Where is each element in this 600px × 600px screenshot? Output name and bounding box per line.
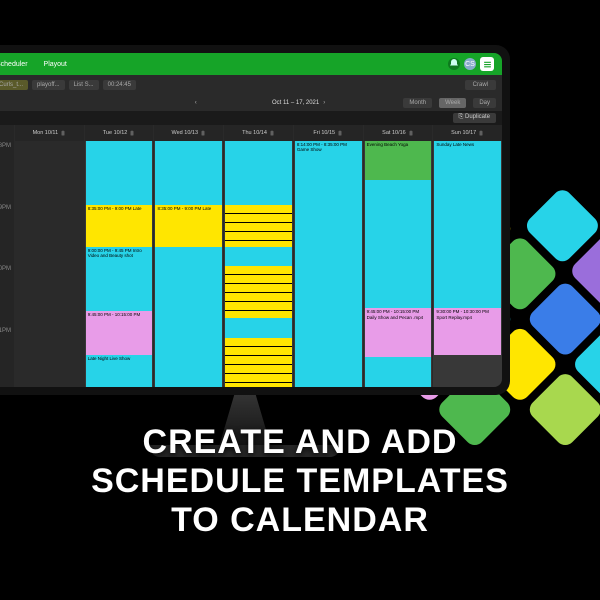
day-slots[interactable] <box>224 141 293 387</box>
date-range-label[interactable]: Oct 11 – 17, 2021 <box>272 100 319 106</box>
time-label: 8PM <box>0 141 14 203</box>
overlay-line3: TO CALENDAR <box>0 501 600 540</box>
day-column[interactable]: Sat 10/16Evening Beach Yoga 9:45:00 PM - … <box>363 125 433 387</box>
schedule-event[interactable]: 8:35:00 PM - 9:00 PM Late <box>155 205 222 247</box>
schedule-event[interactable] <box>225 266 292 318</box>
days-container: Mon 10/11Tue 10/128:35:00 PM - 9:00 PM L… <box>14 125 502 387</box>
top-nav-bar: Scheduler Playout CS <box>0 53 502 75</box>
sub-toolbar: Curls_t... playoff... List S... 00:24:45… <box>0 75 502 95</box>
view-week[interactable]: Week <box>439 98 466 108</box>
day-header[interactable]: Tue 10/12 <box>85 125 154 141</box>
schedule-event[interactable] <box>225 205 292 247</box>
day-column[interactable]: Sun 10/17Sunday Late News 9:30:00 PM - 10… <box>432 125 502 387</box>
day-slots[interactable]: 8:35:00 PM - 9:00 PM Late9:00:00 PM - 9:… <box>85 141 154 387</box>
day-header[interactable]: Sun 10/17 <box>433 125 502 141</box>
schedule-event[interactable] <box>365 180 432 308</box>
overlay-title: CREATE AND ADD SCHEDULE TEMPLATES TO CAL… <box>0 423 600 540</box>
bell-icon[interactable] <box>448 58 460 70</box>
time-label: 10PM <box>0 264 14 326</box>
overlay-line2: SCHEDULE TEMPLATES <box>0 462 600 501</box>
monitor-frame: Scheduler Playout CS Curls_t... playoff.… <box>0 45 510 395</box>
chip-list[interactable]: List S... <box>69 80 99 90</box>
day-slots[interactable]: Sunday Late News 9:30:00 PM - 10:30:00 PM… <box>433 141 502 387</box>
schedule-event[interactable] <box>365 357 432 387</box>
calendar-grid: 8PM 9PM 10PM 11PM Mon 10/11Tue 10/128:35… <box>0 125 502 387</box>
day-header[interactable]: Thu 10/14 <box>224 125 293 141</box>
schedule-event[interactable]: 8:35:00 PM - 9:00 PM Late <box>86 205 153 247</box>
day-column[interactable]: Thu 10/14 <box>223 125 293 387</box>
schedule-event[interactable] <box>225 318 292 338</box>
view-month[interactable]: Month <box>403 98 432 108</box>
next-week-icon[interactable]: › <box>323 100 325 106</box>
date-nav-bar: ‹ Oct 11 – 17, 2021 › Month Week Day <box>0 95 502 111</box>
chip-duration[interactable]: 00:24:45 <box>103 80 136 90</box>
day-slots[interactable] <box>15 141 84 387</box>
duplicate-button[interactable]: ⎘ Duplicate <box>453 113 496 123</box>
crawl-button[interactable]: Crawl <box>465 80 496 90</box>
duplicate-bar: ⎘ Duplicate <box>0 111 502 125</box>
schedule-event[interactable]: 9:00:00 PM - 9:45 PM Intro Video and Bea… <box>86 247 153 311</box>
day-column[interactable]: Tue 10/128:35:00 PM - 9:00 PM Late9:00:0… <box>84 125 154 387</box>
schedule-event[interactable]: Late Night Live Show <box>86 355 153 387</box>
schedule-event[interactable] <box>155 247 222 387</box>
day-slots[interactable]: Evening Beach Yoga 9:45:00 PM - 10:15:00 … <box>364 141 433 387</box>
chip-curls[interactable]: Curls_t... <box>0 80 28 90</box>
schedule-event[interactable]: Sunday Late News <box>434 141 501 171</box>
time-column: 8PM 9PM 10PM 11PM <box>0 125 14 387</box>
time-label: 11PM <box>0 326 14 388</box>
schedule-event[interactable]: 8:14:00 PM - 8:35:00 PM Game Show <box>295 141 362 205</box>
schedule-event[interactable] <box>155 141 222 205</box>
prev-week-icon[interactable]: ‹ <box>195 100 197 106</box>
schedule-event[interactable]: 9:45:00 PM - 10:15:00 PM Daily Show and … <box>365 308 432 357</box>
schedule-event[interactable] <box>434 171 501 309</box>
view-day[interactable]: Day <box>473 98 496 108</box>
user-avatar[interactable]: CS <box>464 58 476 70</box>
schedule-event[interactable] <box>86 141 153 205</box>
day-slots[interactable]: 8:35:00 PM - 9:00 PM Late <box>154 141 223 387</box>
schedule-event[interactable]: Evening Beach Yoga <box>365 141 432 180</box>
schedule-event[interactable] <box>225 247 292 267</box>
schedule-event[interactable]: 9:45:00 PM - 10:15:00 PM <box>86 311 153 355</box>
screen: Scheduler Playout CS Curls_t... playoff.… <box>0 53 502 387</box>
schedule-event[interactable] <box>225 338 292 387</box>
menu-icon[interactable] <box>480 57 494 71</box>
overlay-line1: CREATE AND ADD <box>0 423 600 462</box>
nav-playout[interactable]: Playout <box>44 61 67 68</box>
schedule-event[interactable] <box>225 141 292 205</box>
schedule-event[interactable] <box>295 205 362 387</box>
nav-scheduler[interactable]: Scheduler <box>0 61 28 68</box>
time-label: 9PM <box>0 203 14 265</box>
day-slots[interactable]: 8:14:00 PM - 8:35:00 PM Game Show <box>294 141 363 387</box>
schedule-event[interactable]: 9:30:00 PM - 10:30:00 PM Sport Replay.mp… <box>434 308 501 355</box>
day-column[interactable]: Fri 10/158:14:00 PM - 8:35:00 PM Game Sh… <box>293 125 363 387</box>
day-header[interactable]: Wed 10/13 <box>154 125 223 141</box>
day-header[interactable]: Fri 10/15 <box>294 125 363 141</box>
day-header[interactable]: Sat 10/16 <box>364 125 433 141</box>
day-column[interactable]: Mon 10/11 <box>14 125 84 387</box>
day-header[interactable]: Mon 10/11 <box>15 125 84 141</box>
day-column[interactable]: Wed 10/13 8:35:00 PM - 9:00 PM Late <box>153 125 223 387</box>
chip-playoff[interactable]: playoff... <box>32 80 65 90</box>
